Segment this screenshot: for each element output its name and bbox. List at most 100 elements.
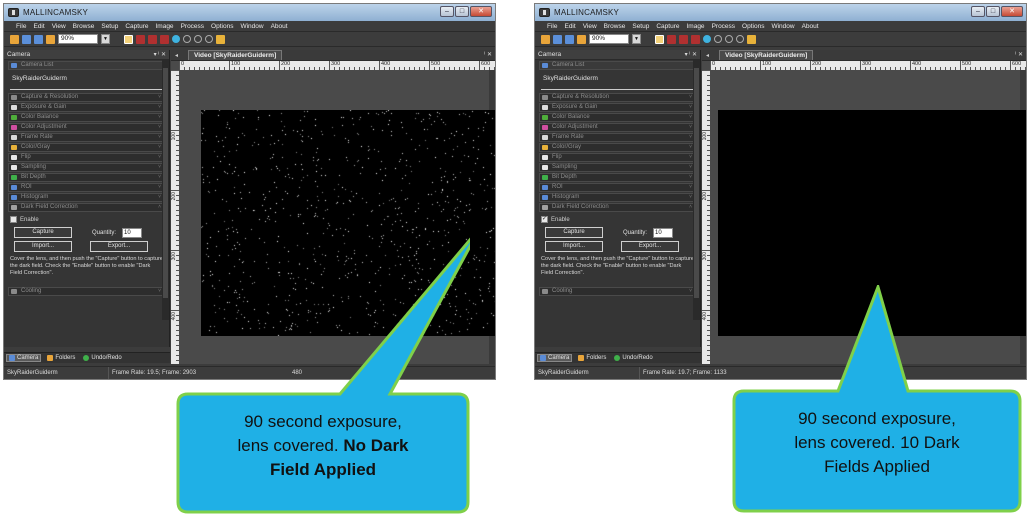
section-roi[interactable]: ROI ˅ (8, 183, 165, 192)
tab-camera[interactable]: Camera (6, 354, 42, 362)
maximize-button[interactable]: □ (986, 6, 1000, 17)
tab-video[interactable]: Video [SkyRaiderGuiderm] (719, 50, 814, 60)
menu-process[interactable]: Process (712, 23, 735, 30)
zoom-out-icon[interactable] (725, 35, 733, 43)
pause-icon[interactable] (160, 34, 169, 44)
live-icon[interactable] (703, 35, 711, 43)
open-folder-icon[interactable] (10, 34, 19, 44)
minimize-button[interactable]: – (440, 6, 454, 17)
quantity-stepper[interactable]: 10 (122, 227, 143, 238)
section-cooling[interactable]: Cooling ˅ (8, 287, 165, 296)
menu-image[interactable]: Image (686, 23, 704, 30)
menu-setup[interactable]: Setup (632, 23, 649, 30)
open-folder-icon[interactable] (541, 34, 550, 44)
capture-button[interactable]: Capture (545, 227, 603, 238)
camera-snapshot-icon[interactable] (124, 34, 133, 44)
enable-checkbox[interactable] (10, 216, 17, 223)
section-color-adjustment[interactable]: Color Adjustment ˅ (8, 123, 165, 132)
save-as-icon[interactable] (34, 34, 43, 44)
export-button[interactable]: Export... (90, 241, 148, 252)
panel-pin-controls[interactable]: ▾ ᴵ ✕ (685, 50, 697, 60)
camera-name-item[interactable]: SkyRaiderGuiderm (541, 72, 694, 90)
save-icon[interactable] (553, 34, 562, 44)
capture-button[interactable]: Capture (14, 227, 72, 238)
menu-view[interactable]: View (52, 23, 66, 30)
section-camera-list[interactable]: Camera List (539, 61, 696, 70)
document-pin-controls[interactable]: ᴵ ✕ (1015, 51, 1023, 58)
menu-process[interactable]: Process (181, 23, 204, 30)
panel-pin-controls[interactable]: ▾ ᴵ ✕ (154, 50, 166, 60)
section-roi[interactable]: ROI ˅ (539, 183, 696, 192)
section-color-balance[interactable]: Color Balance ˅ (8, 113, 165, 122)
tab-camera[interactable]: Camera (537, 354, 573, 362)
menu-options[interactable]: Options (211, 23, 233, 30)
tab-folders[interactable]: Folders (45, 355, 77, 361)
menu-file[interactable]: File (547, 23, 557, 30)
menu-file[interactable]: File (16, 23, 26, 30)
camera-name-item[interactable]: SkyRaiderGuiderm (10, 72, 163, 90)
section-capture-resolution[interactable]: Capture & Resolution ˅ (8, 93, 165, 102)
section-bit-depth[interactable]: Bit Depth ˅ (8, 173, 165, 182)
zoom-select[interactable]: 90% (589, 34, 629, 44)
save-as-icon[interactable] (565, 34, 574, 44)
panel-scrollbar[interactable] (162, 60, 169, 320)
browse-icon[interactable] (577, 34, 586, 44)
zoom-dropdown-icon[interactable]: ▼ (101, 34, 110, 44)
settings-icon[interactable] (216, 34, 225, 44)
export-button[interactable]: Export... (621, 241, 679, 252)
save-icon[interactable] (22, 34, 31, 44)
scrollbar-thumb[interactable] (694, 68, 699, 298)
zoom-in-icon[interactable] (183, 35, 191, 43)
tab-scroll-left-icon[interactable]: ◂ (175, 52, 178, 59)
section-sampling[interactable]: Sampling ˅ (8, 163, 165, 172)
menu-capture[interactable]: Capture (656, 23, 679, 30)
tab-undo-redo[interactable]: Undo/Redo (612, 355, 654, 361)
scrollbar-thumb[interactable] (163, 68, 168, 298)
fit-icon[interactable] (736, 35, 744, 43)
menu-about[interactable]: About (271, 23, 288, 30)
zoom-out-icon[interactable] (194, 35, 202, 43)
section-color-gray[interactable]: Color/Gray ˅ (8, 143, 165, 152)
zoom-dropdown-icon[interactable]: ▼ (632, 34, 641, 44)
section-cooling[interactable]: Cooling ˅ (539, 287, 696, 296)
tab-video[interactable]: Video [SkyRaiderGuiderm] (188, 50, 283, 60)
close-button[interactable]: ✕ (1001, 6, 1023, 17)
menu-about[interactable]: About (802, 23, 819, 30)
section-color-balance[interactable]: Color Balance ˅ (539, 113, 696, 122)
camera-snapshot-icon[interactable] (655, 34, 664, 44)
settings-icon[interactable] (747, 34, 756, 44)
tab-undo-redo[interactable]: Undo/Redo (81, 355, 123, 361)
quantity-stepper[interactable]: 10 (653, 227, 674, 238)
menu-capture[interactable]: Capture (125, 23, 148, 30)
menu-edit[interactable]: Edit (564, 23, 575, 30)
tab-folders[interactable]: Folders (576, 355, 608, 361)
tab-scroll-left-icon[interactable]: ◂ (706, 52, 709, 59)
menu-edit[interactable]: Edit (33, 23, 44, 30)
import-button[interactable]: Import... (14, 241, 72, 252)
section-bit-depth[interactable]: Bit Depth ˅ (539, 173, 696, 182)
panel-scrollbar[interactable] (693, 60, 700, 320)
section-capture-resolution[interactable]: Capture & Resolution ˅ (539, 93, 696, 102)
zoom-select[interactable]: 90% (58, 34, 98, 44)
stop-icon[interactable] (148, 34, 157, 44)
section-color-adjustment[interactable]: Color Adjustment ˅ (539, 123, 696, 132)
pause-icon[interactable] (691, 34, 700, 44)
section-dark-field-correction[interactable]: Dark Field Correction ˄ (8, 203, 165, 212)
import-button[interactable]: Import... (545, 241, 603, 252)
document-pin-controls[interactable]: ᴵ ✕ (484, 51, 492, 58)
menu-browse[interactable]: Browse (604, 23, 626, 30)
fit-icon[interactable] (205, 35, 213, 43)
section-flip[interactable]: Flip ˅ (8, 153, 165, 162)
section-exposure-gain[interactable]: Exposure & Gain ˅ (539, 103, 696, 112)
menu-options[interactable]: Options (742, 23, 764, 30)
minimize-button[interactable]: – (971, 6, 985, 17)
zoom-in-icon[interactable] (714, 35, 722, 43)
menu-setup[interactable]: Setup (101, 23, 118, 30)
section-frame-rate[interactable]: Frame Rate ˅ (539, 133, 696, 142)
stop-icon[interactable] (679, 34, 688, 44)
section-histogram[interactable]: Histogram ˅ (539, 193, 696, 202)
record-icon[interactable] (667, 34, 676, 44)
section-frame-rate[interactable]: Frame Rate ˅ (8, 133, 165, 142)
section-dark-field-correction[interactable]: Dark Field Correction ˄ (539, 203, 696, 212)
menu-window[interactable]: Window (240, 23, 263, 30)
